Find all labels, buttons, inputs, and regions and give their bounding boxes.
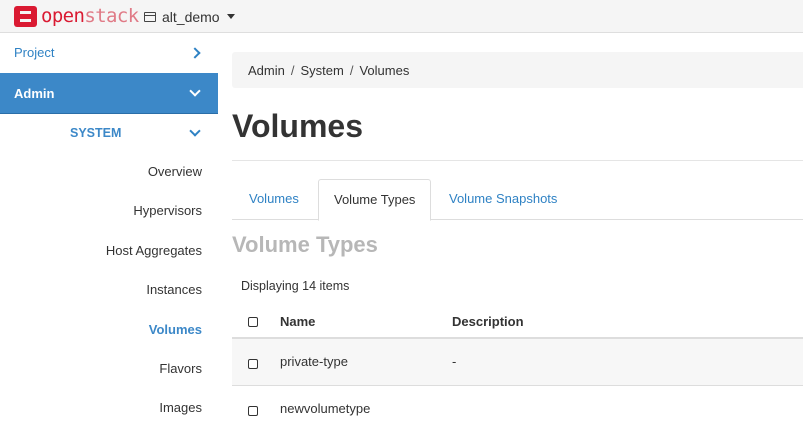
divider [232,160,803,161]
table-header-row: Name Description [232,304,803,339]
top-navbar: openstack alt_demo [0,0,803,33]
chevron-down-icon [189,125,201,137]
tab-bar: Volumes Volume Types Volume Snapshots [232,179,803,221]
chevron-down-icon [189,85,201,97]
sidebar-item-host-aggregates[interactable]: Host Aggregates [0,231,218,270]
caret-down-icon [226,14,235,19]
sidebar-item-instances[interactable]: Instances [0,270,218,309]
tab-volumes[interactable]: Volumes [234,179,314,220]
sidebar-system-panel-group[interactable]: SYSTEM [0,114,218,152]
breadcrumb-separator: / [290,62,295,78]
row-checkbox[interactable] [248,406,258,416]
table-row: newvolumetype [232,386,803,433]
table-row: private-type - [232,339,803,386]
brand-text: openstack [41,6,139,27]
openstack-logo-icon [14,6,37,27]
project-dropdown[interactable]: alt_demo [144,7,235,26]
breadcrumb-separator: / [349,62,354,78]
project-icon [144,11,156,22]
column-header-description[interactable]: Description [452,314,524,329]
select-all-checkbox[interactable] [248,317,258,327]
column-header-name[interactable]: Name [280,314,315,329]
volume-types-table: Name Description private-type - newvolum… [232,304,803,433]
item-count: Displaying 14 items [241,279,350,293]
project-name: alt_demo [162,8,220,25]
breadcrumb-item-admin[interactable]: Admin [248,63,285,78]
brand-text-bold: open [41,5,85,27]
openstack-logo[interactable]: openstack [14,4,139,29]
breadcrumb: Admin / System / Volumes [232,52,803,88]
breadcrumb-item-volumes: Volumes [359,62,410,78]
section-title: Volume Types [232,232,378,257]
row-description: - [452,354,457,369]
page-title: Volumes [232,108,363,144]
sidebar: Project Admin SYSTEM Overview Hypervisor… [0,33,218,432]
sidebar-admin-dashboard[interactable]: Admin [0,73,218,114]
sidebar-item-overview[interactable]: Overview [0,152,218,191]
row-name: private-type [280,354,348,369]
sidebar-item-flavors[interactable]: Flavors [0,349,218,388]
sidebar-item-volumes[interactable]: Volumes [0,310,218,349]
sidebar-system-label: SYSTEM [70,126,122,140]
sidebar-item-images[interactable]: Images [0,388,218,427]
sidebar-admin-label: Admin [14,86,55,101]
tab-volume-types[interactable]: Volume Types [318,179,432,221]
row-checkbox[interactable] [248,359,258,369]
row-name: newvolumetype [280,401,371,416]
chevron-right-icon [189,47,201,59]
sidebar-item-hypervisors[interactable]: Hypervisors [0,191,218,230]
breadcrumb-item-system[interactable]: System [300,63,343,78]
brand-text-light: stack [84,5,139,27]
sidebar-project-dashboard[interactable]: Project [0,33,218,73]
tab-volume-snapshots[interactable]: Volume Snapshots [434,179,572,220]
sidebar-project-label: Project [14,45,55,60]
